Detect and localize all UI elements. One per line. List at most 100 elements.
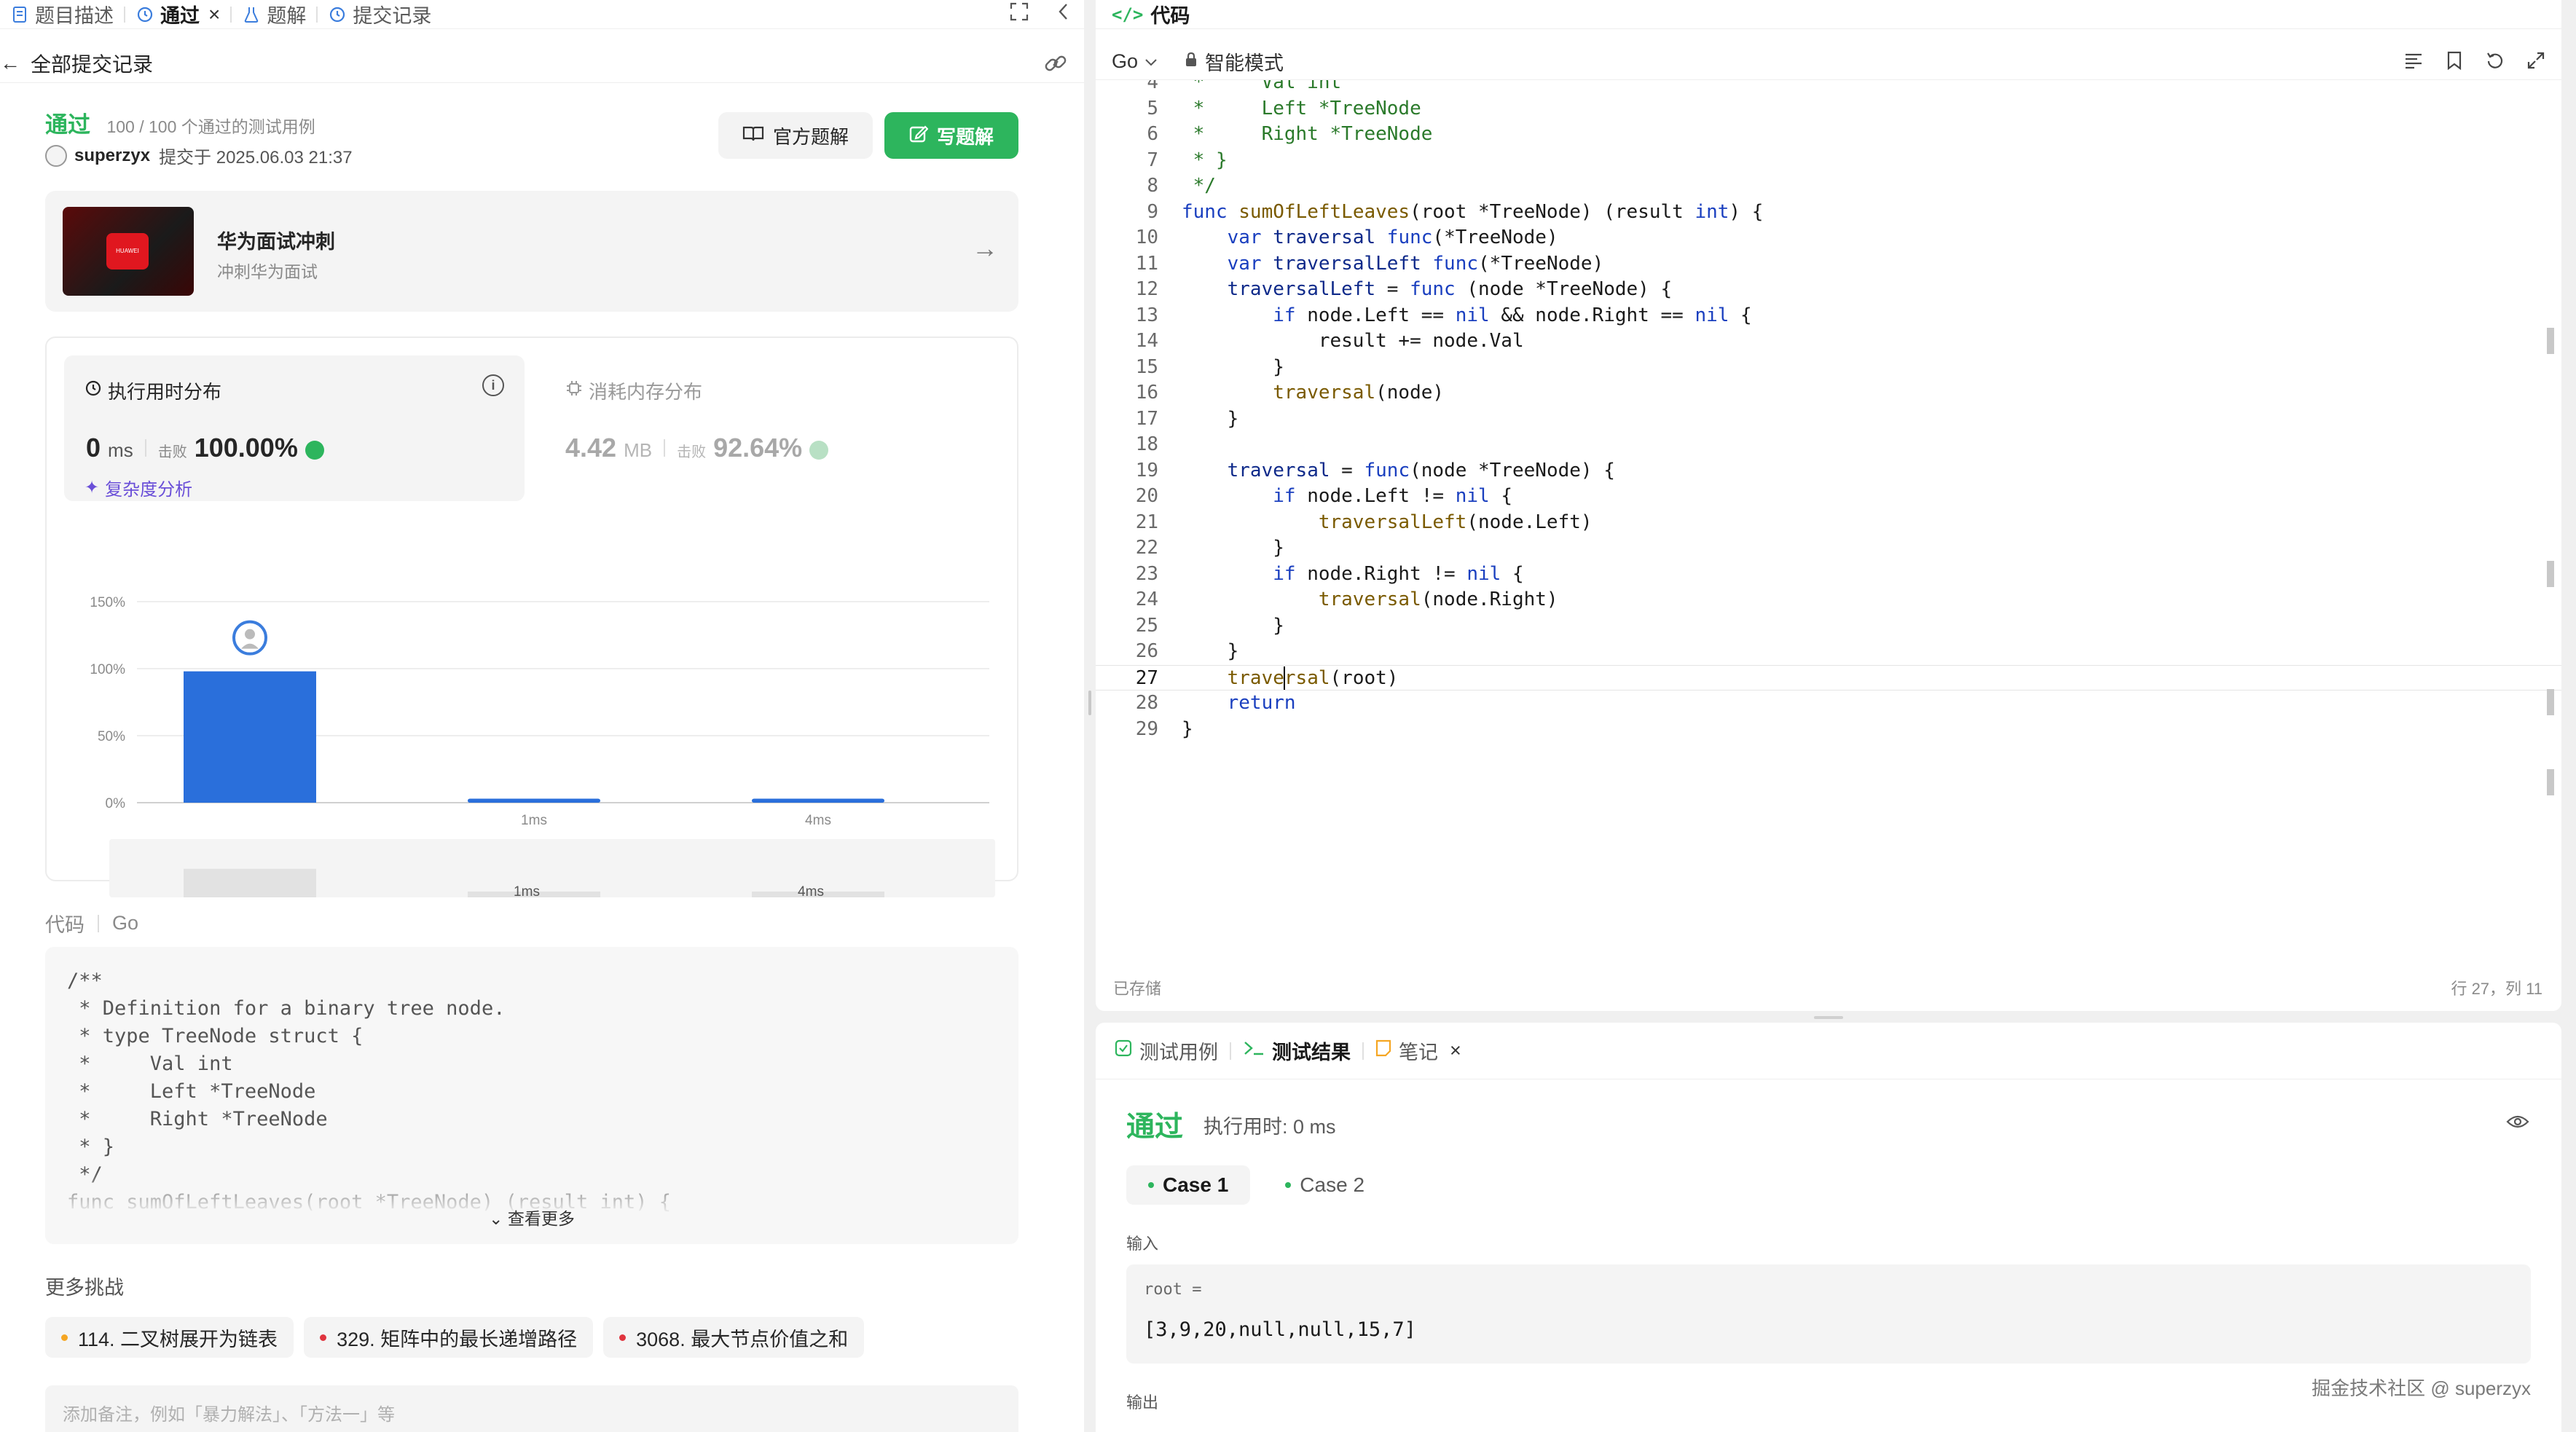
eye-icon[interactable] <box>2506 1113 2529 1134</box>
chart-bar <box>468 798 600 803</box>
code-line[interactable]: 27 traversal(root) <box>1096 664 2561 691</box>
code-line[interactable]: 28 return <box>1096 691 2561 717</box>
line-number: 13 <box>1135 304 1158 326</box>
tab-accepted[interactable]: 通过 × <box>125 0 230 29</box>
runtime-unit: ms <box>108 439 133 461</box>
link-icon[interactable] <box>1043 51 1068 79</box>
runtime-number: 0 <box>86 433 101 463</box>
runtime-metric[interactable]: 执行用时分布 i 0 ms 击败 100.00% ✦ 复杂度分析 <box>64 355 525 501</box>
code-line[interactable]: 11 var traversalLeft func(*TreeNode) <box>1096 251 2561 278</box>
write-solution-button[interactable]: 写题解 <box>884 112 1018 159</box>
code-line[interactable]: 10 var traversal func(*TreeNode) <box>1096 225 2561 251</box>
info-icon[interactable]: i <box>482 374 504 396</box>
code-line[interactable]: 6 * Right *TreeNode <box>1096 122 2561 148</box>
all-submissions-link[interactable]: 全部提交记录 <box>31 49 153 78</box>
code-line[interactable]: 25 } <box>1096 613 2561 640</box>
chevron-down-icon: ⌄ <box>489 1209 503 1228</box>
code-line[interactable]: 22 } <box>1096 535 2561 562</box>
expand-icon[interactable] <box>2525 50 2547 71</box>
code-editor[interactable]: 4 * Val int 5 * Left *TreeNode 6 * Right *… <box>1096 80 2561 961</box>
code-line[interactable]: 26 } <box>1096 639 2561 665</box>
code-line[interactable]: 14 result += node.Val <box>1096 329 2561 355</box>
flask-icon <box>242 5 261 24</box>
code-line[interactable]: 29} <box>1096 717 2561 743</box>
tab-solutions[interactable]: 题解 <box>232 0 316 29</box>
code-line[interactable]: 17 } <box>1096 406 2561 433</box>
code-line[interactable]: 21 traversalLeft(node.Left) <box>1096 510 2561 536</box>
tab-test-results[interactable]: 测试结果 <box>1243 1036 1362 1065</box>
code-line[interactable]: 8 */ <box>1096 173 2561 200</box>
collapse-left-icon[interactable] <box>1056 2 1071 27</box>
code-line[interactable]: 12 traversalLeft = func (node *TreeNode)… <box>1096 277 2561 303</box>
bookmark-icon[interactable] <box>2443 50 2465 71</box>
code-line[interactable]: 24 traversal(node.Right) <box>1096 587 2561 613</box>
memory-beats-label: 击败 <box>677 444 707 460</box>
line-text: * Left *TreeNode <box>1182 97 1421 119</box>
challenge-chip[interactable]: 114. 二叉树展开为链表 <box>45 1317 294 1358</box>
memory-title[interactable]: 消耗内存分布 <box>565 377 702 404</box>
see-more-button[interactable]: ⌄ 查看更多 <box>45 1205 1018 1230</box>
performance-card: 执行用时分布 i 0 ms 击败 100.00% ✦ 复杂度分析 消耗内存分布 <box>45 337 1018 900</box>
smart-mode-toggle[interactable]: 智能模式 <box>1185 47 1284 76</box>
language-select[interactable]: Go <box>1112 50 1158 73</box>
tab-notes[interactable]: 笔记 × <box>1375 1036 1473 1065</box>
challenge-chip[interactable]: 329. 矩阵中的最长递增路径 <box>304 1317 594 1358</box>
minimap-bar <box>184 868 316 897</box>
case-label: Case 2 <box>1300 1173 1365 1196</box>
code-line[interactable]: 7 * } <box>1096 148 2561 174</box>
chart-minimap[interactable]: 1ms 4ms <box>109 839 995 900</box>
reset-icon[interactable] <box>2484 50 2506 71</box>
drag-handle[interactable] <box>1088 691 1091 715</box>
official-solution-button[interactable]: 官方题解 <box>718 112 873 159</box>
case-tab-1[interactable]: Case 1 <box>1126 1165 1251 1205</box>
cursor-position: 行 27，列 11 <box>2451 980 2542 998</box>
line-text: var traversal func(*TreeNode) <box>1227 227 1558 248</box>
code-editor-panel: </> 代码 Go 智能模式 4 * Val int 5 * Left *Tre… <box>1096 0 2561 1011</box>
tab-description[interactable]: 题目描述 <box>0 0 124 29</box>
code-line[interactable]: 4 * Val int <box>1096 80 2561 96</box>
code-line[interactable]: 19 traversal = func(node *TreeNode) { <box>1096 458 2561 484</box>
chart-bars <box>184 671 884 803</box>
vertical-drag-handle[interactable] <box>1814 1016 1843 1019</box>
panel-divider[interactable] <box>1084 0 1096 1432</box>
close-icon[interactable]: × <box>208 3 220 26</box>
case-tab-2[interactable]: Case 2 <box>1263 1165 1386 1205</box>
line-text: traversal(node.Right) <box>1318 589 1558 610</box>
promo-banner[interactable]: HUAWEI 华为面试冲刺 冲刺华为面试 → <box>45 191 1018 312</box>
case-tabs: Case 1 Case 2 <box>1126 1165 1386 1205</box>
complexity-analysis-link[interactable]: ✦ 复杂度分析 <box>85 475 192 500</box>
tab-submissions[interactable]: 提交记录 <box>318 0 441 29</box>
divider <box>98 914 99 932</box>
format-icon[interactable] <box>2403 50 2424 71</box>
code-line[interactable]: 16 traversal(node) <box>1096 380 2561 406</box>
username[interactable]: superzyx <box>74 146 150 166</box>
memory-value[interactable]: 4.42 MB 击败 92.64% <box>565 433 829 463</box>
difficulty-dot <box>61 1334 68 1341</box>
y-tick-label: 150% <box>90 595 125 610</box>
challenge-label: 114. 二叉树展开为链表 <box>78 1328 278 1350</box>
challenge-chip[interactable]: 3068. 最大节点价值之和 <box>603 1317 865 1358</box>
code-line[interactable]: 15 } <box>1096 355 2561 381</box>
input-var: root = <box>1144 1280 1202 1299</box>
test-result-panel: 测试用例 测试结果 笔记 × 通过 执行用时: 0 ms Case 1 Case… <box>1096 1023 2561 1432</box>
tab-testcases[interactable]: 测试用例 <box>1115 1036 1230 1065</box>
code-line[interactable]: 20 if node.Left != nil { <box>1096 484 2561 510</box>
maximize-icon[interactable] <box>1010 2 1029 27</box>
output-label: 输出 <box>1126 1393 1159 1412</box>
line-number: 10 <box>1135 227 1158 248</box>
close-icon[interactable]: × <box>1450 1039 1461 1062</box>
line-text: traversal(node) <box>1273 382 1445 404</box>
line-number: 5 <box>1147 97 1158 119</box>
submitted-time: 提交于 2025.06.03 21:37 <box>159 148 353 168</box>
avatar[interactable] <box>45 144 67 167</box>
code-line[interactable]: 9 func sumOfLeftLeaves(root *TreeNode) (r… <box>1096 200 2561 226</box>
code-line[interactable]: 13 if node.Left == nil && node.Right == … <box>1096 303 2561 329</box>
result-status: 通过 执行用时: 0 ms <box>1126 1104 1336 1145</box>
back-arrow-icon[interactable]: ← <box>0 52 20 75</box>
notes-input[interactable]: 添加备注，例如「暴力解法」、「方法一」等 <box>45 1385 1018 1432</box>
code-line[interactable]: 5 * Left *TreeNode <box>1096 96 2561 122</box>
leaf-icon <box>305 441 324 460</box>
code-line[interactable]: 23 if node.Right != nil { <box>1096 562 2561 588</box>
text-caret <box>1283 666 1285 690</box>
code-line[interactable]: 18 <box>1096 432 2561 458</box>
